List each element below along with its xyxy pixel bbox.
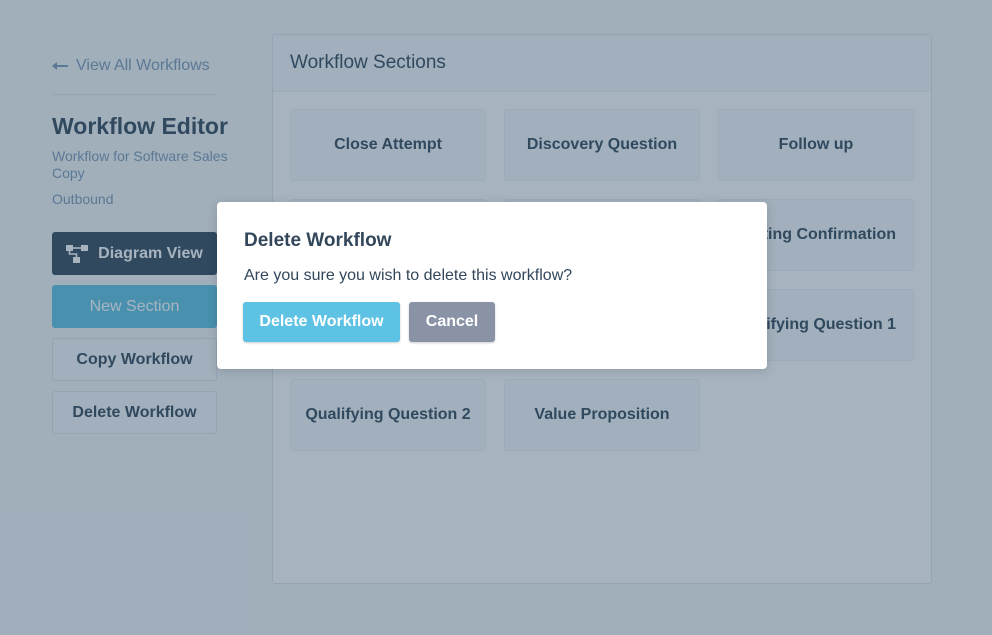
modal-title: Delete Workflow bbox=[244, 230, 392, 251]
modal-message: Are you sure you wish to delete this wor… bbox=[244, 267, 573, 284]
delete-workflow-modal: Delete Workflow Are you sure you wish to… bbox=[217, 202, 767, 369]
confirm-delete-button[interactable]: Delete Workflow bbox=[243, 302, 400, 342]
cancel-button[interactable]: Cancel bbox=[409, 302, 495, 342]
